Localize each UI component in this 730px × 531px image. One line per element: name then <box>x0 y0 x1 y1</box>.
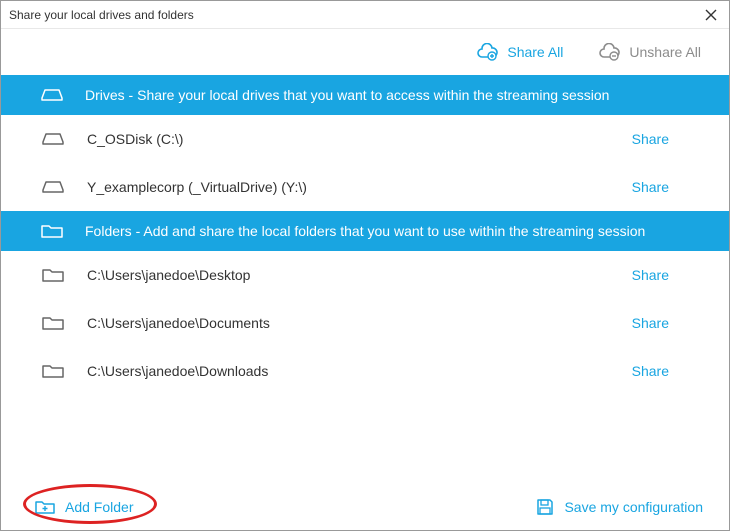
footer: Add Folder Save my configuration <box>1 484 729 530</box>
unshare-all-label: Unshare All <box>629 44 701 60</box>
drive-row: Y_examplecorp (_VirtualDrive) (Y:\) Shar… <box>1 163 729 211</box>
folder-label: C:\Users\janedoe\Desktop <box>87 267 610 283</box>
folder-icon <box>41 223 63 239</box>
drive-label: Y_examplecorp (_VirtualDrive) (Y:\) <box>87 179 610 195</box>
close-icon[interactable] <box>701 9 721 21</box>
share-all-label: Share All <box>507 44 563 60</box>
cloud-share-icon <box>475 43 499 61</box>
folder-row: C:\Users\janedoe\Documents Share <box>1 299 729 347</box>
unshare-all-button[interactable]: Unshare All <box>597 43 701 61</box>
share-all-button[interactable]: Share All <box>475 43 563 61</box>
folders-header-text: Folders - Add and share the local folder… <box>85 223 645 239</box>
add-folder-button[interactable]: Add Folder <box>35 499 133 515</box>
drives-header-text: Drives - Share your local drives that yo… <box>85 87 609 103</box>
cloud-unshare-icon <box>597 43 621 61</box>
save-config-label: Save my configuration <box>564 499 703 515</box>
toolbar: Share All Unshare All <box>1 29 729 75</box>
drive-label: C_OSDisk (C:\) <box>87 131 610 147</box>
share-link[interactable]: Share <box>632 363 701 379</box>
drive-row: C_OSDisk (C:\) Share <box>1 115 729 163</box>
drives-section-header: Drives - Share your local drives that yo… <box>1 75 729 115</box>
save-icon <box>536 498 554 516</box>
save-config-button[interactable]: Save my configuration <box>536 498 703 516</box>
folder-icon <box>41 267 65 283</box>
folder-label: C:\Users\janedoe\Downloads <box>87 363 610 379</box>
folder-icon <box>41 315 65 331</box>
add-folder-icon <box>35 499 55 515</box>
share-link[interactable]: Share <box>632 179 701 195</box>
drive-icon <box>41 132 65 146</box>
folder-row: C:\Users\janedoe\Desktop Share <box>1 251 729 299</box>
share-link[interactable]: Share <box>632 267 701 283</box>
folder-row: C:\Users\janedoe\Downloads Share <box>1 347 729 395</box>
add-folder-label: Add Folder <box>65 499 133 515</box>
folder-label: C:\Users\janedoe\Documents <box>87 315 610 331</box>
folder-icon <box>41 363 65 379</box>
folders-section-header: Folders - Add and share the local folder… <box>1 211 729 251</box>
drive-icon <box>41 180 65 194</box>
window-title: Share your local drives and folders <box>9 8 194 22</box>
share-link[interactable]: Share <box>632 131 701 147</box>
drive-icon <box>41 88 63 102</box>
titlebar: Share your local drives and folders <box>1 1 729 29</box>
share-link[interactable]: Share <box>632 315 701 331</box>
